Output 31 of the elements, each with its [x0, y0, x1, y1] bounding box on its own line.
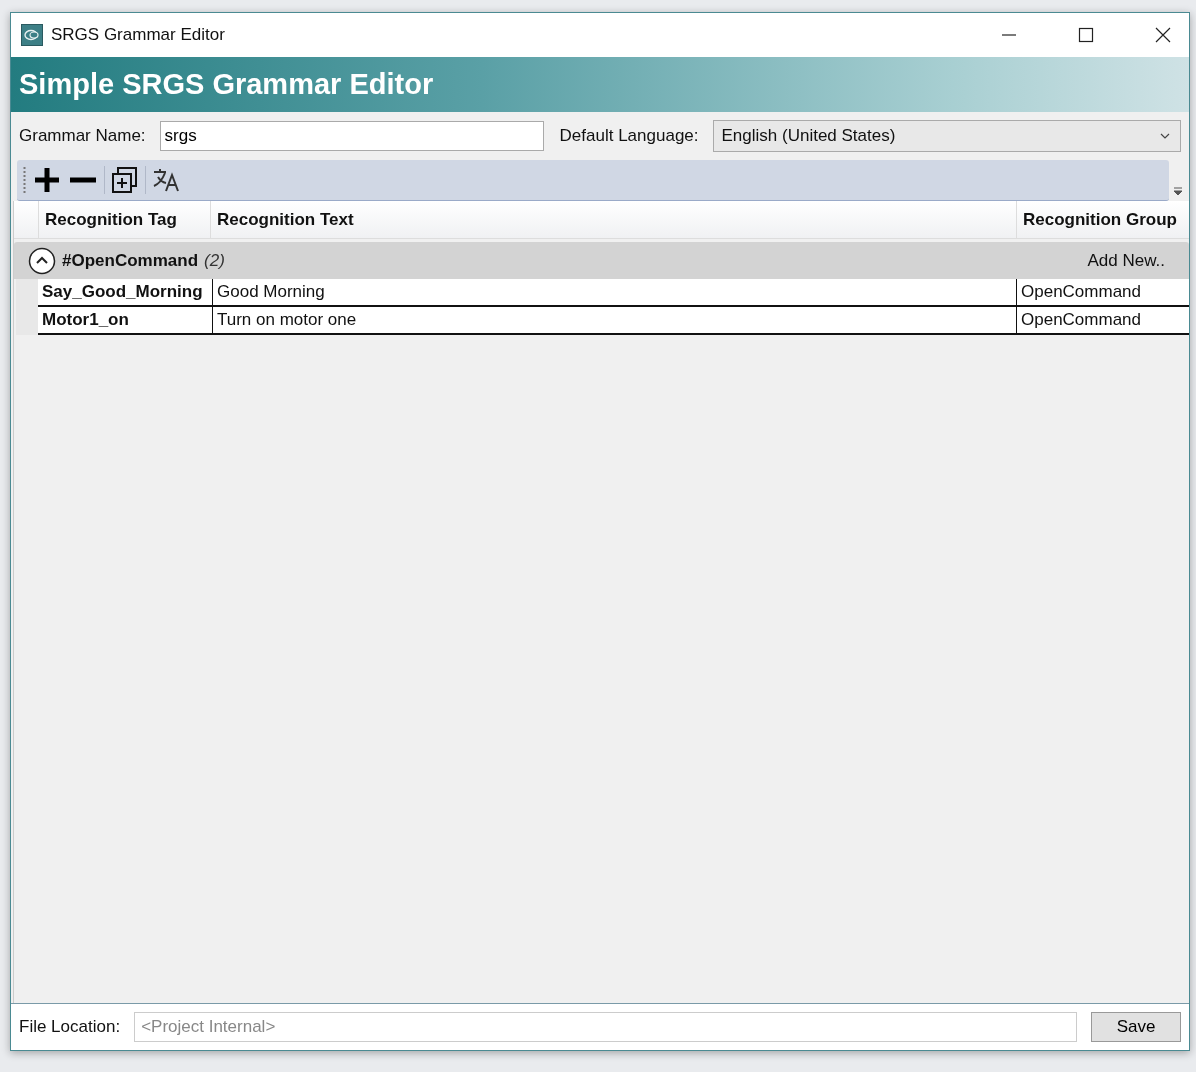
language-label: Default Language: [559, 126, 699, 146]
grammar-name-label: Grammar Name: [19, 126, 146, 146]
group-name: #OpenCommand [62, 250, 199, 271]
close-icon[interactable] [1155, 27, 1171, 43]
add-icon[interactable] [32, 165, 62, 195]
translate-icon[interactable] [152, 167, 180, 193]
add-new-link[interactable]: Add New.. [1087, 250, 1165, 271]
file-location-field[interactable]: <Project Internal> [134, 1012, 1077, 1042]
table-cell: Motor1_on [38, 307, 212, 335]
overflow-icon[interactable] [1173, 187, 1183, 197]
table-cell: Say_Good_Morning [38, 279, 212, 307]
caret-icon [1160, 133, 1170, 139]
app-icon [21, 24, 43, 46]
grammar-name-field[interactable]: srgs [159, 121, 544, 151]
duplicate-icon[interactable] [111, 166, 139, 194]
table-cell: OpenCommand [1016, 307, 1189, 335]
file-location-label: File Location: [19, 1017, 121, 1037]
collapse-icon[interactable] [28, 246, 56, 275]
table-cell: Good Morning [212, 279, 1016, 307]
column-header[interactable]: Recognition Tag [38, 201, 210, 238]
column-header[interactable]: Recognition Text [210, 201, 1016, 238]
column-header[interactable]: Recognition Group [1016, 201, 1189, 238]
save-button[interactable]: Save [1091, 1012, 1181, 1042]
table-cell: Turn on motor one [212, 307, 1016, 335]
banner-title: Simple SRGS Grammar Editor [19, 68, 434, 101]
maximize-icon[interactable] [1078, 27, 1094, 43]
window-title: SRGS Grammar Editor [51, 25, 225, 45]
group-count: (2) [204, 250, 225, 271]
language-dropdown[interactable]: English (United States) [712, 120, 1181, 152]
table-cell: OpenCommand [1016, 279, 1189, 307]
grip-icon [23, 167, 26, 193]
